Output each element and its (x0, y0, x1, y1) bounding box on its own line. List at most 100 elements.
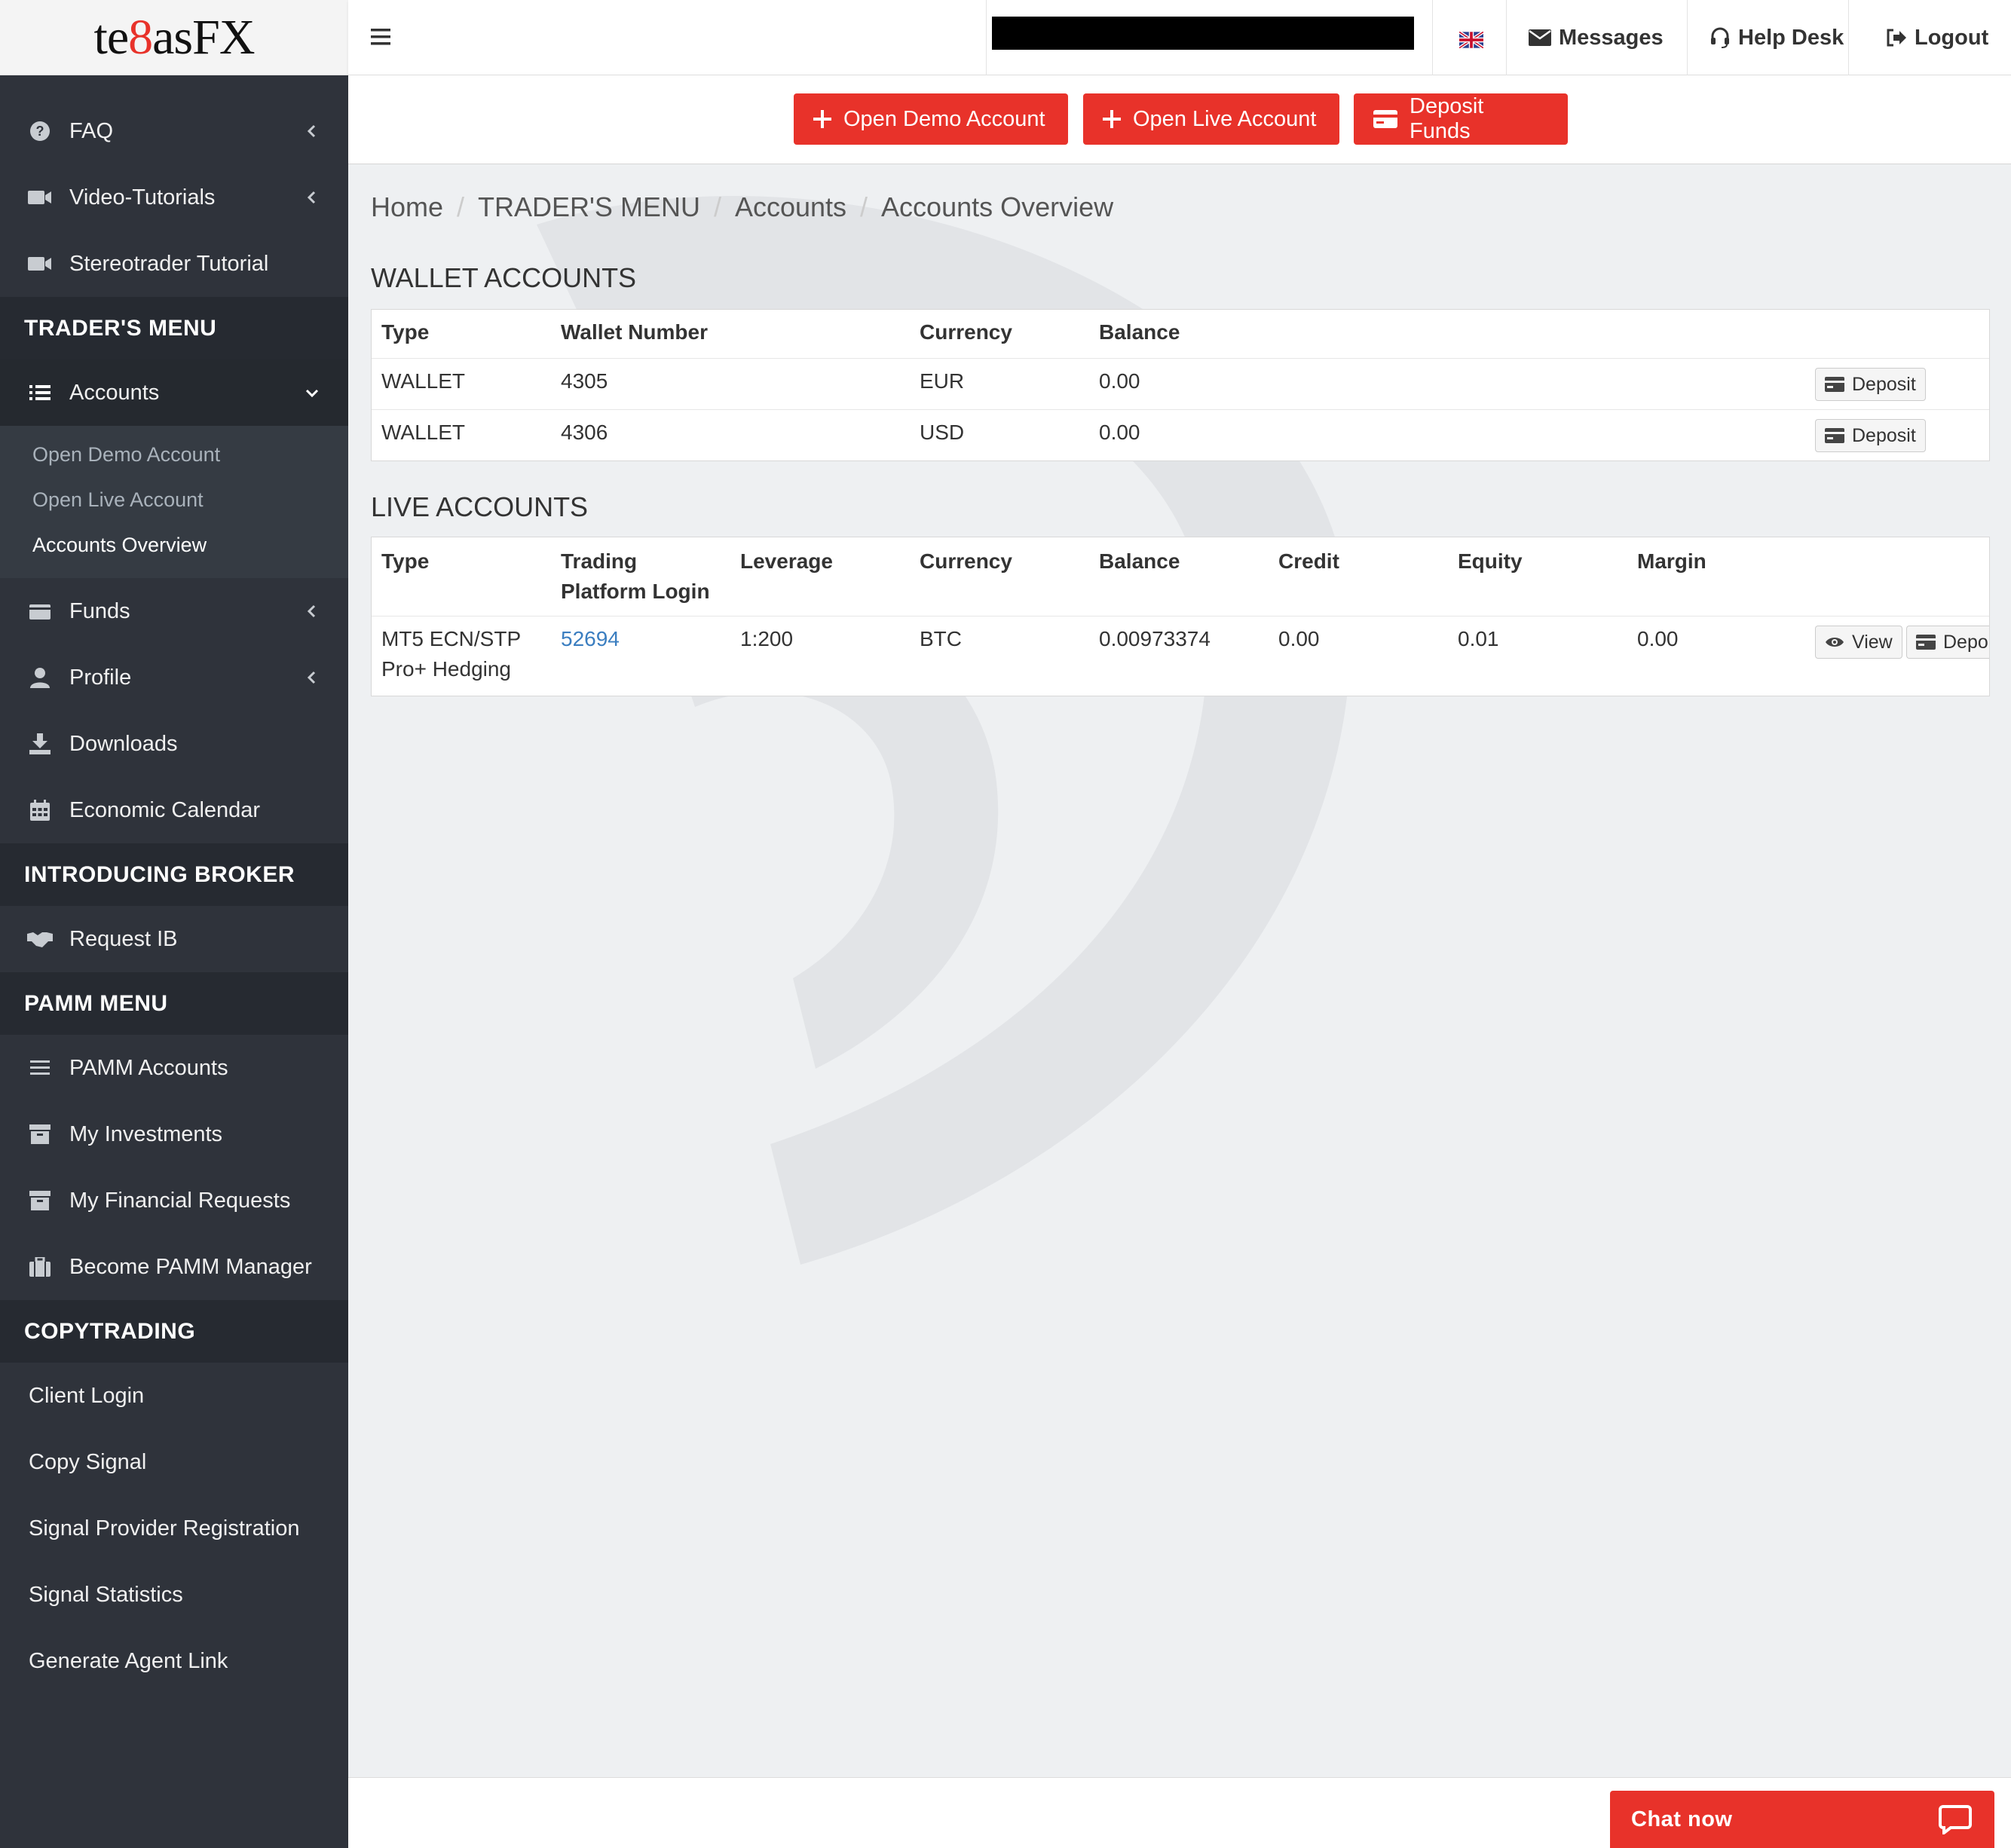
sidebar-item-stereotrader[interactable]: Stereotrader Tutorial (0, 231, 348, 297)
sidebar-item-economic-calendar[interactable]: Economic Calendar (0, 777, 348, 843)
credit-card-icon (1825, 428, 1844, 443)
breadcrumb-accounts[interactable]: Accounts (735, 191, 846, 223)
sidebar-item-become-pamm-manager[interactable]: Become PAMM Manager (0, 1234, 348, 1300)
hamburger-menu-icon[interactable] (369, 26, 393, 48)
sidebar-subitem-open-demo[interactable]: Open Demo Account (0, 432, 348, 477)
download-icon (27, 731, 53, 757)
wallet-currency: EUR (920, 369, 965, 393)
live-deposit-button[interactable]: Depo (1906, 626, 1989, 659)
wallet-header-balance: Balance (1099, 320, 1180, 344)
wallet-accounts-table: Type Wallet Number Currency Balance WALL… (371, 309, 1990, 461)
sidebar-item-generate-agent-link[interactable]: Generate Agent Link (0, 1628, 348, 1694)
uk-flag-icon[interactable] (1459, 32, 1483, 48)
handshake-icon (27, 926, 53, 952)
wallet-header-number: Wallet Number (561, 320, 708, 344)
user-icon (27, 665, 53, 690)
plus-icon (813, 110, 831, 128)
wallet-deposit-button[interactable]: Deposit (1815, 368, 1926, 401)
live-margin: 0.00 (1637, 627, 1679, 650)
chevron-left-icon (307, 191, 316, 204)
sidebar-item-label: Stereotrader Tutorial (69, 251, 269, 276)
sidebar-item-label: My Investments (69, 1121, 223, 1146)
sidebar-item-downloads[interactable]: Downloads (0, 711, 348, 777)
live-balance: 0.00973374 (1099, 627, 1211, 650)
sidebar-item-pamm-accounts[interactable]: PAMM Accounts (0, 1035, 348, 1101)
live-header-equity: Equity (1458, 549, 1523, 573)
helpdesk-link[interactable]: Help Desk (1710, 0, 1844, 75)
sidebar-subitem-accounts-overview[interactable]: Accounts Overview (0, 522, 348, 568)
chevron-left-icon (307, 124, 316, 138)
logo[interactable]: te8asFX (0, 0, 348, 75)
wallet-type: WALLET (381, 369, 465, 393)
chat-now-button[interactable]: Chat now (1610, 1791, 1994, 1848)
sidebar-item-label: Profile (69, 665, 132, 690)
video-camera-icon (27, 251, 53, 277)
list-icon (27, 380, 53, 405)
sidebar-item-funds[interactable]: Funds (0, 578, 348, 644)
sidebar-item-signal-provider-registration[interactable]: Signal Provider Registration (0, 1495, 348, 1562)
credit-card-icon (1373, 110, 1397, 128)
envelope-icon (1529, 29, 1551, 46)
video-camera-icon (27, 185, 53, 210)
calendar-icon (27, 797, 53, 823)
chat-now-label: Chat now (1631, 1807, 1733, 1831)
section-traders-menu: TRADER'S MENU (0, 297, 348, 360)
live-header-login-line2: Platform Login (561, 580, 710, 603)
chat-bubble-icon (1939, 1804, 1972, 1840)
deposit-label: Deposit (1852, 373, 1916, 395)
sidebar-item-faq[interactable]: ? FAQ (0, 98, 348, 164)
messages-label: Messages (1559, 25, 1664, 50)
live-equity: 0.01 (1458, 627, 1499, 650)
live-login-link[interactable]: 52694 (561, 624, 620, 654)
open-demo-account-button[interactable]: Open Demo Account (794, 93, 1068, 145)
chevron-down-icon (305, 389, 319, 398)
breadcrumb-home[interactable]: Home (371, 191, 443, 223)
sidebar-item-label: Accounts (69, 380, 160, 405)
open-live-account-button[interactable]: Open Live Account (1083, 93, 1339, 145)
table-row: MT5 ECN/STP Pro+ Hedging 52694 1:200 BTC… (372, 616, 1989, 696)
live-header-leverage: Leverage (740, 549, 833, 573)
logo-text: te (93, 9, 130, 65)
archive-icon (27, 1121, 53, 1147)
sidebar-item-label: Downloads (69, 731, 178, 756)
briefcase-icon (27, 1254, 53, 1280)
breadcrumb-traders-menu[interactable]: TRADER'S MENU (478, 191, 700, 223)
breadcrumb-accounts-overview: Accounts Overview (881, 191, 1114, 222)
sidebar-item-request-ib[interactable]: Request IB (0, 906, 348, 972)
live-header-login: Trading Platform Login (561, 546, 710, 607)
sidebar-item-client-login[interactable]: Client Login (0, 1363, 348, 1429)
sidebar-item-accounts[interactable]: Accounts (0, 360, 348, 426)
live-credit: 0.00 (1278, 627, 1320, 650)
sidebar-item-label: PAMM Accounts (69, 1055, 228, 1080)
deposit-funds-button[interactable]: Deposit Funds (1354, 93, 1568, 145)
sidebar-item-video-tutorials[interactable]: Video-Tutorials (0, 164, 348, 231)
chevron-left-icon (307, 671, 316, 684)
logout-link[interactable]: Logout (1886, 0, 1988, 75)
wallet-header-type: Type (381, 320, 430, 344)
wallet-currency: USD (920, 421, 965, 444)
wallet-icon (27, 598, 53, 624)
wallet-number: 4305 (561, 369, 608, 393)
redacted-user-info (992, 17, 1414, 50)
sidebar-item-copy-signal[interactable]: Copy Signal (0, 1429, 348, 1495)
sidebar-item-my-investments[interactable]: My Investments (0, 1101, 348, 1167)
sidebar-item-label: Request IB (69, 926, 178, 951)
wallet-deposit-button[interactable]: Deposit (1815, 419, 1926, 452)
chevron-left-icon (307, 604, 316, 618)
logo-text-end: asFX (152, 9, 255, 65)
sign-out-icon (1886, 29, 1907, 47)
sidebar-item-signal-statistics[interactable]: Signal Statistics (0, 1562, 348, 1628)
sidebar-item-profile[interactable]: Profile (0, 644, 348, 711)
live-accounts-table: Type Trading Platform Login Leverage Cur… (371, 537, 1990, 696)
wallet-number: 4306 (561, 421, 608, 444)
sidebar-item-label: Become PAMM Manager (69, 1254, 312, 1279)
deposit-funds-label: Deposit Funds (1410, 94, 1484, 143)
sidebar-item-label: Funds (69, 598, 130, 623)
messages-link[interactable]: Messages (1529, 0, 1664, 75)
sidebar-item-label: FAQ (69, 118, 114, 143)
live-view-button[interactable]: View (1815, 626, 1902, 659)
sidebar-subitem-open-live[interactable]: Open Live Account (0, 477, 348, 522)
sidebar-item-my-financial-requests[interactable]: My Financial Requests (0, 1167, 348, 1234)
live-leverage: 1:200 (740, 627, 794, 650)
eye-icon (1825, 635, 1844, 649)
